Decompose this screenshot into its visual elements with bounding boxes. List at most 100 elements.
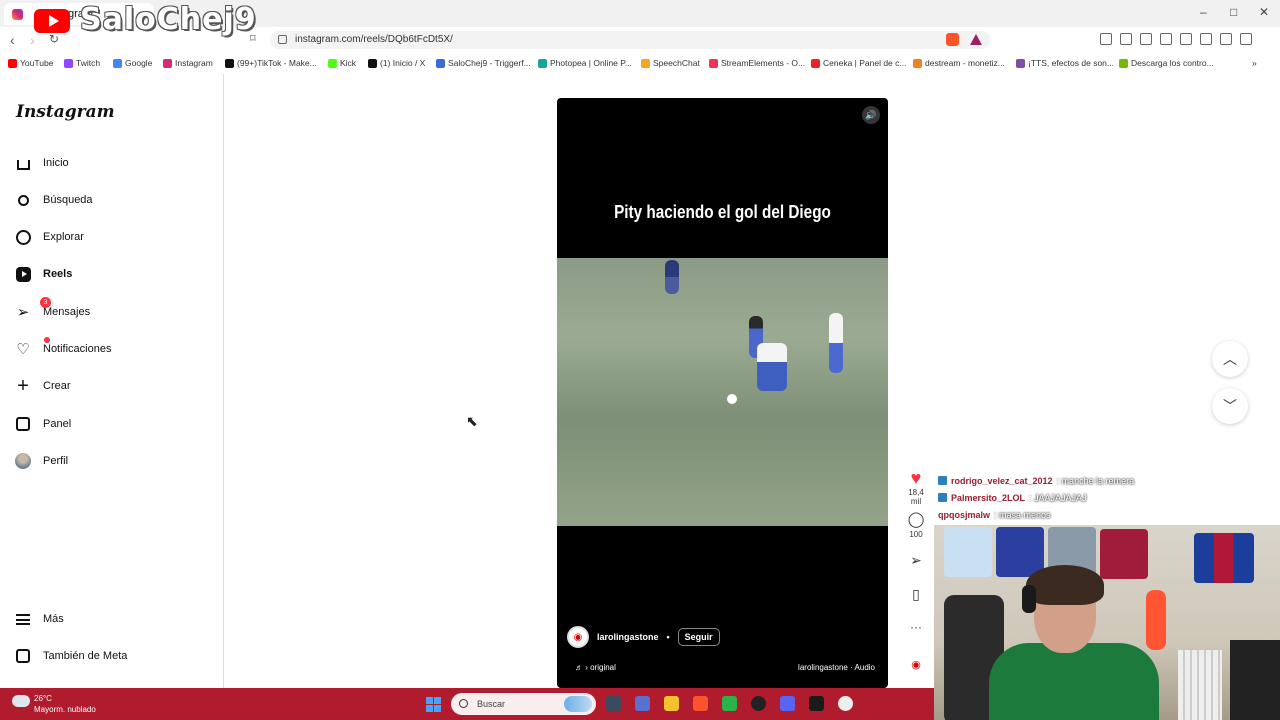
app-icon[interactable]	[809, 696, 824, 711]
obs-icon[interactable]	[751, 696, 766, 711]
audio-label[interactable]: ♬ › original	[575, 663, 616, 672]
wall-jersey	[1100, 529, 1148, 579]
url-text: instagram.com/reels/DQb6tFcDt5X/	[295, 34, 453, 45]
forward-icon[interactable]: ›	[30, 32, 35, 48]
bookmark-speechchat[interactable]: SpeechChat	[641, 58, 700, 68]
bookmarks-overflow-icon[interactable]: »	[1252, 58, 1257, 68]
nav-inicio[interactable]: Inicio	[15, 151, 69, 175]
nav-crear[interactable]: + Crear	[15, 374, 70, 398]
bookmark-twitch[interactable]: Twitch	[64, 58, 100, 68]
bookmark-instagram[interactable]: Instagram	[163, 58, 213, 68]
site-info-icon[interactable]	[278, 35, 287, 44]
bookmark-streamelements[interactable]: StreamElements - O...	[709, 58, 805, 68]
bookmark-triggerfyre[interactable]: SaloChej9 - Triggerf...	[436, 58, 531, 68]
url-field[interactable]: instagram.com/reels/DQb6tFcDt5X/	[270, 31, 990, 49]
player-figure	[665, 260, 679, 294]
previous-reel-button[interactable]: ︿	[1212, 341, 1248, 377]
bookmark-kick[interactable]: Kick	[328, 58, 356, 68]
brave-shields-icon[interactable]	[946, 33, 959, 46]
weather-temp: 26°C	[34, 694, 52, 703]
audio-avatar-icon[interactable]: ◉	[903, 658, 929, 671]
save-icon[interactable]: ▯	[903, 586, 929, 603]
cloud-icon	[12, 695, 30, 707]
meta-apps-icon	[15, 648, 31, 664]
dashboard-icon	[15, 416, 31, 432]
discord-icon[interactable]	[780, 696, 795, 711]
chat-message: qpqosjmalw : masa menos	[938, 509, 1051, 520]
nav-notificaciones[interactable]: ♡ Notificaciones	[15, 337, 111, 361]
bookmark-drivers[interactable]: Descarga los contro...	[1119, 58, 1214, 68]
bookmark-tts[interactable]: ¡TTS, efectos de son...	[1016, 58, 1114, 68]
follow-button[interactable]: Seguir	[677, 628, 720, 646]
task-view-icon[interactable]	[606, 696, 621, 711]
sidebar-icon[interactable]	[1160, 33, 1172, 45]
compass-icon	[15, 229, 31, 245]
windows-start-icon[interactable]	[426, 697, 441, 712]
more-options-icon[interactable]: ···	[903, 620, 929, 634]
wall-jersey	[1194, 533, 1254, 583]
brave-rewards-icon[interactable]	[970, 34, 982, 45]
bookmark-google[interactable]: Google	[113, 58, 152, 68]
file-explorer-icon[interactable]	[664, 696, 679, 711]
media-icon[interactable]	[1140, 33, 1152, 45]
nav-mas[interactable]: Más	[15, 607, 64, 631]
brave-browser-icon[interactable]	[693, 696, 708, 711]
reel-video-frame[interactable]	[557, 258, 888, 526]
nav-mensajes[interactable]: ➢ 3 Mensajes	[15, 297, 90, 324]
reel-player[interactable]: 🔊 Pity haciendo el gol del Diego ◉ larol…	[557, 98, 888, 688]
extension-icon[interactable]	[1100, 33, 1112, 45]
bookmark-tiktok[interactable]: (99+)TikTok - Make...	[225, 58, 317, 68]
instagram-favicon-icon	[12, 8, 23, 20]
like-button[interactable]: ♥	[903, 468, 929, 489]
nav-perfil[interactable]: Perfil	[15, 449, 68, 473]
nav-busqueda[interactable]: Búsqueda	[15, 188, 93, 212]
back-icon[interactable]: ‹	[10, 32, 15, 48]
author-name[interactable]: larolingastone	[597, 632, 659, 642]
chevron-down-icon: ﹀	[1223, 398, 1237, 414]
streamer-hair	[1026, 565, 1104, 605]
wall-jersey	[996, 527, 1044, 577]
weather-desc: Mayorm. nublado	[34, 705, 96, 714]
bookmark-photopea[interactable]: Photopea | Online P...	[538, 58, 632, 68]
streamer-jersey	[989, 643, 1159, 720]
nav-reels[interactable]: Reels	[15, 262, 72, 286]
next-reel-button[interactable]: ﹀	[1212, 388, 1248, 424]
instagram-logo[interactable]: Instagram	[16, 102, 115, 122]
wallet-icon[interactable]	[1180, 33, 1192, 45]
comment-icon[interactable]: ◯	[903, 510, 929, 528]
bookmark-x[interactable]: (1) Inicio / X	[368, 58, 425, 68]
piano	[1230, 640, 1280, 720]
bookmark-destream[interactable]: destream - monetiz...	[913, 58, 1005, 68]
audio-track[interactable]: larolingastone · Audio	[798, 663, 875, 672]
store-icon[interactable]	[635, 696, 650, 711]
volume-icon[interactable]: 🔊	[862, 106, 880, 124]
reload-icon[interactable]: ↻	[49, 32, 59, 46]
maximize-icon[interactable]: □	[1230, 5, 1237, 19]
close-window-icon[interactable]: ✕	[1259, 5, 1269, 19]
leo-icon[interactable]	[1200, 33, 1212, 45]
windows-taskbar: 26°C Mayorm. nublado Buscar	[0, 688, 934, 720]
settings-icon[interactable]	[838, 696, 853, 711]
chat-message: Palmersito_2LOL : JAAJAJAJAJ	[938, 489, 1134, 506]
app-icon[interactable]	[722, 696, 737, 711]
bookmark-youtube[interactable]: YouTube	[8, 58, 53, 68]
bookmark-ceneka[interactable]: Ceneka | Panel de c...	[811, 58, 906, 68]
microphone	[1146, 590, 1166, 650]
author-avatar[interactable]: ◉	[567, 626, 589, 648]
extension-icon[interactable]	[1120, 33, 1132, 45]
mouse-cursor-icon: ⬉	[466, 413, 478, 429]
nav-explorar[interactable]: Explorar	[15, 225, 84, 249]
nav-meta[interactable]: También de Meta	[15, 644, 127, 668]
weather-widget[interactable]: 26°C Mayorm. nublado	[12, 693, 96, 715]
extension-icons	[1100, 33, 1252, 45]
share-icon[interactable]: ➢	[903, 552, 929, 569]
vpn-icon[interactable]	[1220, 33, 1232, 45]
like-count: 18,4 mil	[908, 488, 924, 506]
platform-icon	[938, 476, 947, 485]
taskbar-search[interactable]: Buscar	[451, 693, 596, 715]
minimize-icon[interactable]: –	[1200, 5, 1207, 19]
menu-icon[interactable]	[1240, 33, 1252, 45]
nav-panel[interactable]: Panel	[15, 412, 71, 436]
stream-chat-overlay: rodrigo_velez_cat_2012 : manche la remer…	[938, 472, 1134, 523]
notification-dot	[44, 337, 50, 343]
